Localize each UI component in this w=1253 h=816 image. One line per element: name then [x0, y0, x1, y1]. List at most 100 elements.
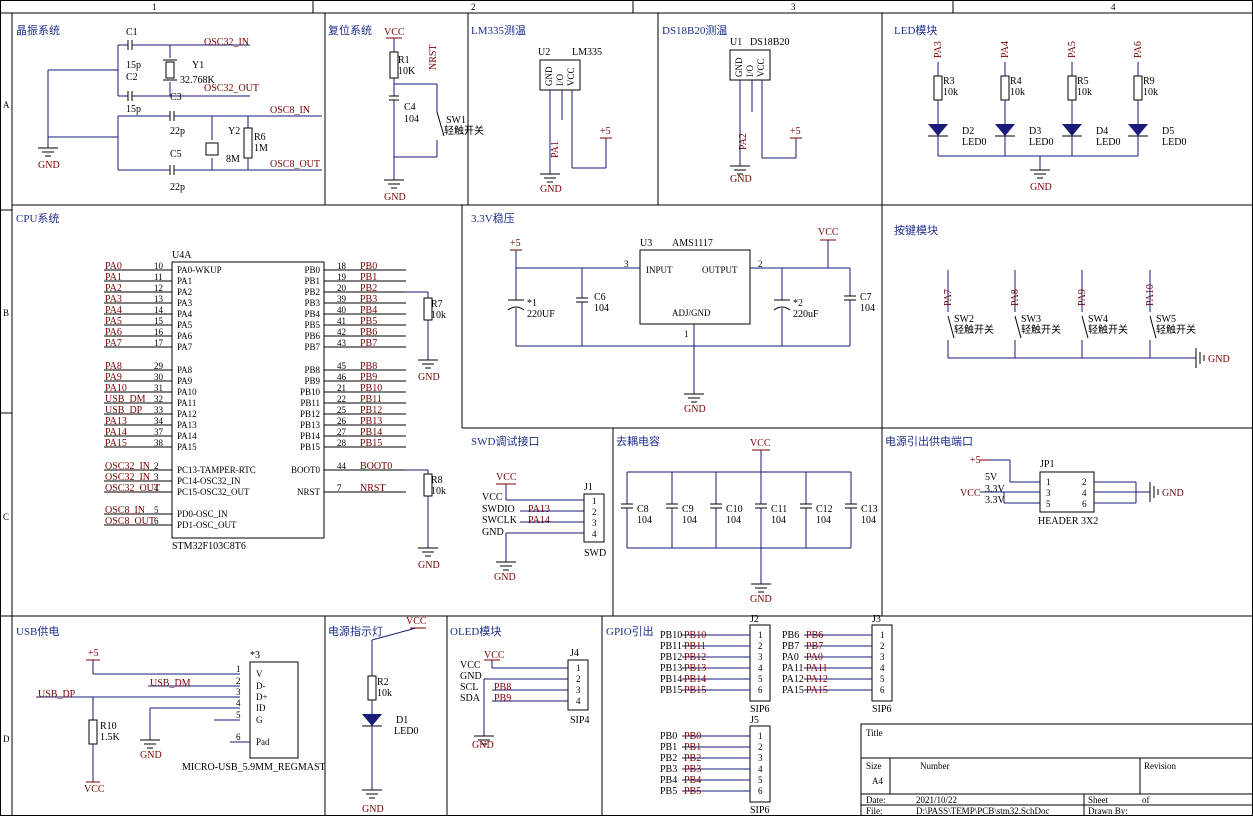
cpu-ref: U4A — [172, 250, 192, 261]
led-diode — [995, 124, 1015, 136]
gpio-label: PB14 — [660, 674, 682, 685]
cpu-left-pin-name: PA15 — [177, 442, 197, 452]
oled-label: VCC — [460, 660, 481, 671]
led-resistor-value: 10k — [1077, 87, 1092, 98]
section-title-pwrled: 电源指示灯 — [328, 624, 383, 638]
cpu-left-pin-name: PC13-TAMPER-RTC — [177, 465, 256, 475]
cpu-left-net: PA7 — [105, 338, 122, 349]
cpu-right-pin-name: PB9 — [304, 376, 320, 386]
cpu-left-pin-name: PA8 — [177, 365, 193, 375]
osc-c5: C5 — [170, 149, 182, 160]
gpio-pin-num: 2 — [880, 641, 885, 651]
cpu-left-pin-name: PA12 — [177, 409, 197, 419]
decap-ref: C8 — [637, 504, 649, 515]
gpio-net: PB14 — [684, 674, 706, 685]
cpu-left-pin-num: 30 — [154, 372, 164, 382]
led-resistor — [1000, 75, 1010, 101]
cpu-left-pin-name: PA4 — [177, 309, 193, 319]
usb-circuit: +5 USB_DM USB_DP R10 1.5K VCC GND *3 MIC… — [36, 648, 326, 795]
power-pin-left: 3 — [1046, 488, 1051, 498]
gpio-net: PA11 — [806, 663, 828, 674]
tb-drawn: Drawn By: — [1088, 806, 1128, 816]
cpu-left-net: PA10 — [105, 383, 127, 394]
tb-file: File: — [866, 806, 883, 816]
cpu-left-pin-name: PA10 — [177, 387, 197, 397]
cpu-left-net: PA2 — [105, 283, 122, 294]
cpu-right-pin-name: PB12 — [300, 409, 320, 419]
reset-nrst-label: NRST — [428, 44, 439, 70]
usb-gnd: GND — [140, 750, 162, 761]
tb-date: Date: — [866, 795, 886, 805]
gpio-pin-num: 1 — [758, 731, 763, 741]
gpio-pin-num: 6 — [758, 685, 763, 695]
swd-pa13: PA13 — [528, 504, 550, 515]
reg-adj: ADJ/GND — [672, 308, 711, 318]
lm335-pin-io: I/O — [555, 74, 565, 86]
section-title-usb: USB供电 — [16, 624, 59, 638]
gpio-label: PB0 — [660, 731, 677, 742]
row-label: B — [3, 308, 9, 318]
usb-pin-num: 3 — [236, 687, 241, 697]
led-resistor-value: 10k — [1143, 87, 1158, 98]
osc-y2-value: 8M — [226, 154, 240, 165]
cpu-left-net: PA5 — [105, 316, 122, 327]
col-label: 4 — [1111, 2, 1116, 12]
tb-size: Size — [866, 761, 882, 771]
cpu-r8: R8 — [431, 475, 443, 486]
led-diode-ref: D2 — [962, 126, 974, 137]
osc-c3-value: 22p — [170, 126, 185, 137]
usb-pin-num: 5 — [236, 710, 241, 720]
reg-c1-value: 220UF — [527, 309, 555, 320]
cpu-right-net: PB5 — [360, 316, 377, 327]
section-title-osc: 晶振系统 — [16, 23, 60, 37]
gpio-label: PA0 — [782, 652, 799, 663]
keys-circuit: GND PA7SW2轻触开关PA8SW3轻触开关PA9SW4轻触开关PA10SW… — [943, 270, 1230, 368]
cpu-right-net: PB7 — [360, 338, 377, 349]
power-33v-b: 3.3V — [985, 495, 1006, 506]
reset-r1: R1 — [398, 55, 410, 66]
led-resistor-ref: R9 — [1143, 76, 1155, 87]
led-net-label: PA3 — [933, 41, 944, 58]
gpio-label: PB7 — [782, 641, 799, 652]
osc-c2-value: 15p — [126, 104, 141, 115]
tb-file-value: D:\PASS\TEMP\PCB\stm32.SchDoc — [916, 806, 1049, 816]
cpu-right-pin-name: PB11 — [300, 398, 320, 408]
section-title-ds18b20: DS18B20测温 — [662, 24, 727, 37]
swd-circuit: VCC VCC SWDIO SWCLK GND PA13 PA14 J1 1 2… — [482, 472, 606, 583]
ds18b20-plus5: +5 — [790, 126, 801, 137]
cpu-left-net: OSC32_IN — [105, 472, 150, 483]
gpio-header-ref: J2 — [750, 614, 759, 625]
reg-c7-value: 104 — [860, 303, 875, 314]
gpio-pin-num: 2 — [758, 641, 763, 651]
osc-r6-value: 1M — [254, 143, 268, 154]
osc-osc32out-label: OSC32_OUT — [204, 83, 259, 94]
cpu-r8-value: 10k — [431, 486, 446, 497]
pwrled-gnd: GND — [362, 804, 384, 815]
gpio-label: PB4 — [660, 775, 677, 786]
tb-sheet: Sheet — [1088, 795, 1108, 805]
osc-osc32in-label: OSC32_IN — [204, 37, 249, 48]
col-label: 1 — [152, 2, 157, 12]
reg-plus5: +5 — [510, 238, 521, 249]
led-diode — [1128, 124, 1148, 136]
lm335-pa1: PA1 — [550, 141, 561, 158]
led-module: PA3R310kD2LED0PA4R410kD3LED0PA5R510kD4LE… — [928, 41, 1186, 193]
usb-part: MICRO-USB_5.9MM_REGMAST — [182, 762, 326, 773]
reg-input: INPUT — [646, 265, 673, 275]
cpu-left-net: PA15 — [105, 438, 127, 449]
cpu-right-net: PB11 — [360, 394, 382, 405]
pwrled-d1-value: LED0 — [394, 726, 418, 737]
cpu-right-pin-name: PB0 — [304, 265, 320, 275]
cpu-left-pin-name: PA9 — [177, 376, 193, 386]
led-diode — [928, 124, 948, 136]
gpio-header-name: SIP6 — [872, 704, 891, 715]
section-title-reset: 复位系统 — [328, 23, 372, 37]
reg-vcc: VCC — [818, 227, 839, 238]
gpio-label: PB15 — [660, 685, 682, 696]
cpu-right-pin-num: 41 — [337, 316, 346, 326]
lm335-plus5: +5 — [600, 126, 611, 137]
cpu-left-pin-num: 10 — [154, 261, 164, 271]
cpu-right-pin-num: 19 — [337, 272, 347, 282]
pwrled-vcc: VCC — [406, 616, 427, 627]
cpu-right-net: PB12 — [360, 405, 382, 416]
